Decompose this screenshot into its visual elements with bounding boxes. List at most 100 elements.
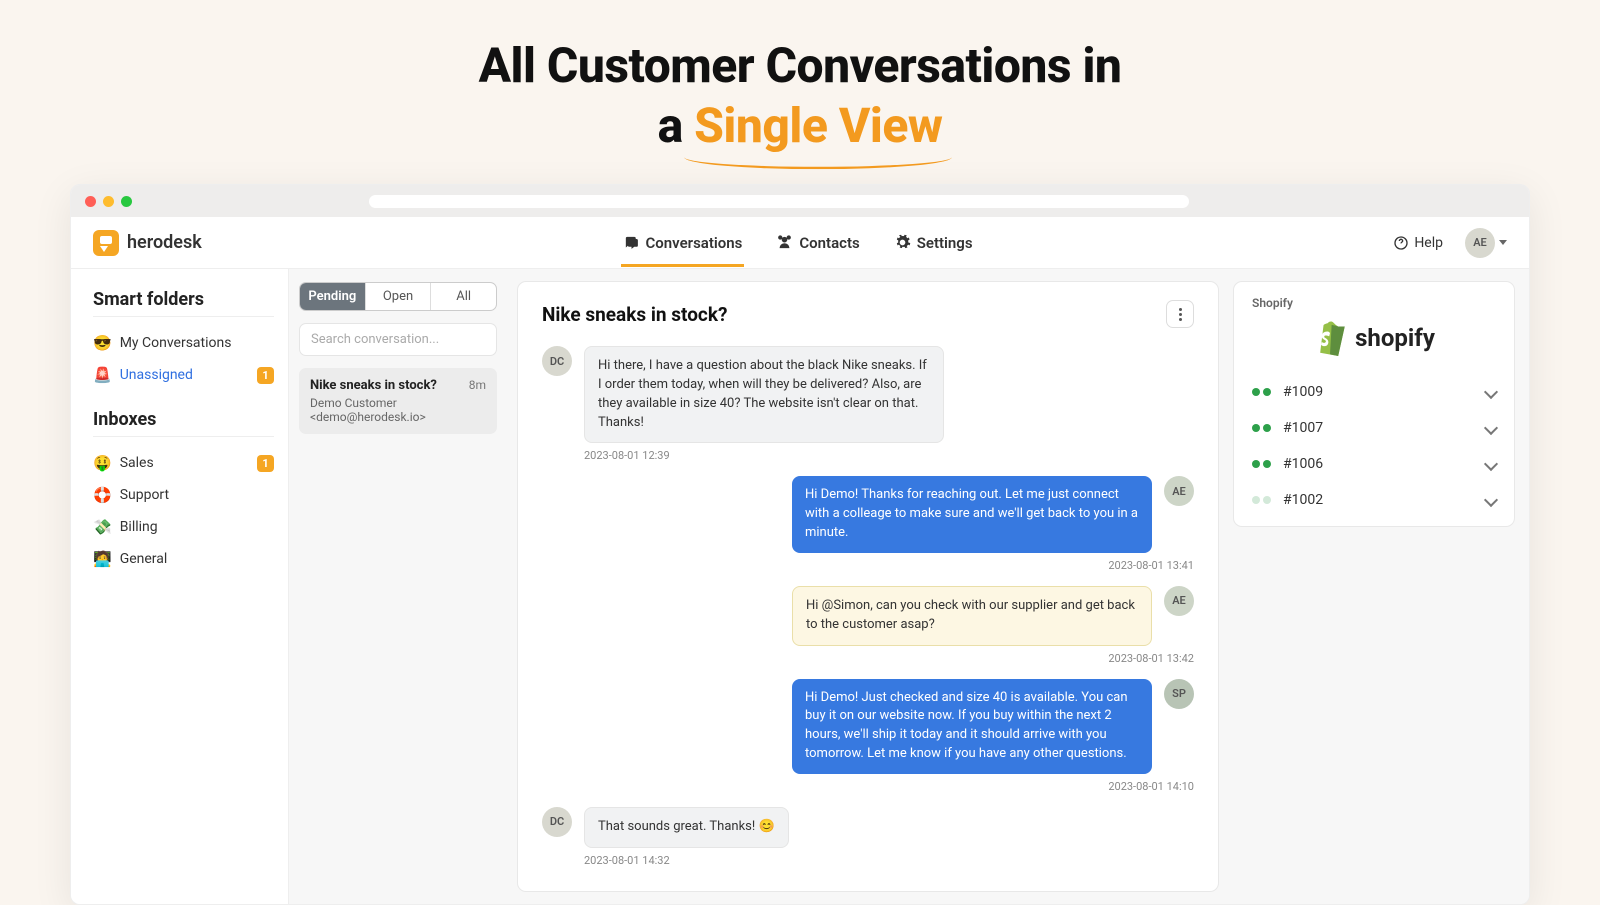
- inboxes-heading: Inboxes: [93, 409, 274, 437]
- conversation-title: Nike sneaks in stock?: [310, 378, 437, 393]
- message-bubble: That sounds great. Thanks! 😊: [584, 807, 789, 848]
- order-row[interactable]: #1009: [1252, 374, 1496, 410]
- message-timestamp: 2023-08-01 13:41: [542, 559, 1194, 572]
- message-bubble: Hi Demo! Just checked and size 40 is ava…: [792, 679, 1152, 774]
- user-menu[interactable]: AE: [1465, 228, 1507, 258]
- chevron-down-icon: [1484, 385, 1498, 399]
- hero-accent: Single View: [694, 96, 942, 156]
- brand-icon: [93, 230, 119, 256]
- nav-conversations[interactable]: Conversations: [621, 219, 745, 267]
- sidebar-badge: 1: [257, 455, 274, 472]
- sidebar-emoji: 🛟: [93, 486, 112, 504]
- message-bubble: Hi @Simon, can you check with our suppli…: [792, 586, 1152, 646]
- shopify-label: Shopify: [1252, 296, 1496, 310]
- sidebar-emoji: 🧑‍💻: [93, 550, 112, 568]
- tab-open[interactable]: Open: [365, 283, 431, 310]
- hero-line2-pre: a: [658, 97, 695, 154]
- minimize-dot[interactable]: [103, 196, 114, 207]
- help-link[interactable]: Help: [1393, 235, 1443, 251]
- message-timestamp: 2023-08-01 13:42: [542, 652, 1194, 665]
- sidebar-inbox-item[interactable]: 🛟 Support: [93, 479, 274, 511]
- sidebar-item[interactable]: 😎 My Conversations: [93, 327, 274, 359]
- order-id: #1009: [1283, 384, 1323, 400]
- thread-column: Nike sneaks in stock? DC Hi there, I have…: [507, 269, 1229, 904]
- shopify-logo: shopify: [1252, 320, 1496, 356]
- message-avatar: DC: [542, 346, 572, 376]
- shopify-logo-text: shopify: [1355, 324, 1435, 352]
- maximize-dot[interactable]: [121, 196, 132, 207]
- order-status-dots: [1252, 460, 1271, 468]
- message: AEHi @Simon, can you check with our supp…: [542, 586, 1194, 646]
- message-avatar: DC: [542, 807, 572, 837]
- order-status-dots: [1252, 496, 1271, 504]
- shopify-panel: Shopify shopify #1009 #1007 #1006 #1002: [1229, 269, 1529, 904]
- titlebar: [71, 185, 1529, 217]
- message: DC That sounds great. Thanks! 😊: [542, 807, 1194, 848]
- topbar: herodesk Conversations Contacts Settings…: [71, 217, 1529, 269]
- app-window: herodesk Conversations Contacts Settings…: [70, 184, 1530, 905]
- topnav: Conversations Contacts Settings: [621, 219, 975, 267]
- sidebar-item-label: My Conversations: [120, 335, 232, 351]
- sidebar-item-label: Unassigned: [120, 367, 193, 383]
- nav-settings[interactable]: Settings: [892, 219, 975, 267]
- sidebar-inbox-item[interactable]: 🤑Sales1: [93, 447, 274, 479]
- sidebar-item[interactable]: 🚨Unassigned1: [93, 359, 274, 391]
- help-icon: [1393, 235, 1409, 251]
- sidebar-item-label: General: [120, 551, 168, 567]
- order-id: #1007: [1283, 420, 1323, 436]
- close-dot[interactable]: [85, 196, 96, 207]
- conversation-card[interactable]: Nike sneaks in stock? 8m Demo Customer <…: [299, 368, 497, 434]
- address-bar[interactable]: [369, 195, 1189, 208]
- nav-settings-label: Settings: [917, 234, 973, 252]
- brand-name: herodesk: [127, 232, 202, 253]
- sidebar-item-label: Billing: [120, 519, 158, 535]
- order-id: #1002: [1283, 492, 1323, 508]
- order-row[interactable]: #1006: [1252, 446, 1496, 482]
- message-avatar: SP: [1164, 679, 1194, 709]
- chat-icon: [623, 234, 640, 251]
- nav-conversations-label: Conversations: [646, 234, 743, 252]
- help-label: Help: [1414, 235, 1443, 251]
- sidebar: Smart folders 😎My Conversations🚨Unassign…: [71, 269, 289, 904]
- message-bubble: Hi there, I have a question about the bl…: [584, 346, 944, 443]
- conversation-sender: Demo Customer <demo@herodesk.io>: [310, 396, 486, 424]
- gear-icon: [894, 234, 911, 251]
- smart-folders-heading: Smart folders: [93, 289, 274, 317]
- tab-all[interactable]: All: [430, 283, 496, 310]
- chevron-down-icon: [1484, 421, 1498, 435]
- nav-contacts[interactable]: Contacts: [774, 219, 861, 267]
- sidebar-item-label: Support: [120, 487, 169, 503]
- message: SP Hi Demo! Just checked and size 40 is a…: [542, 679, 1194, 774]
- chevron-down-icon: [1484, 457, 1498, 471]
- nav-contacts-label: Contacts: [799, 234, 859, 252]
- order-row[interactable]: #1007: [1252, 410, 1496, 446]
- thread-title: Nike sneaks in stock?: [542, 303, 727, 326]
- message: DC Hi there, I have a question about the …: [542, 346, 1194, 443]
- sidebar-inbox-item[interactable]: 💸Billing: [93, 511, 274, 543]
- topbar-right: Help AE: [1393, 228, 1507, 258]
- status-tabs: Pending Open All: [299, 282, 497, 311]
- sidebar-emoji: 😎: [93, 334, 112, 352]
- thread-more-button[interactable]: [1166, 300, 1194, 328]
- chevron-down-icon: [1484, 493, 1498, 507]
- search-input[interactable]: [299, 323, 497, 356]
- message-timestamp: 2023-08-01 14:10: [542, 780, 1194, 793]
- hero-heading: All Customer Conversations in a Single V…: [0, 0, 1600, 156]
- user-avatar: AE: [1465, 228, 1495, 258]
- message-bubble: Hi Demo! Thanks for reaching out. Let me…: [792, 476, 1152, 553]
- brand[interactable]: herodesk: [93, 230, 202, 256]
- order-id: #1006: [1283, 456, 1323, 472]
- thread-card: Nike sneaks in stock? DC Hi there, I have…: [517, 281, 1219, 892]
- sidebar-inbox-item[interactable]: 🧑‍💻 General: [93, 543, 274, 575]
- message: AE Hi Demo! Thanks for reaching out. Let …: [542, 476, 1194, 553]
- message-avatar: AE: [1164, 476, 1194, 506]
- sidebar-emoji: 🤑: [93, 454, 112, 472]
- conversation-list: Pending Open All Nike sneaks in stock? 8…: [289, 269, 507, 904]
- order-status-dots: [1252, 424, 1271, 432]
- tab-pending[interactable]: Pending: [300, 283, 365, 310]
- order-status-dots: [1252, 388, 1271, 396]
- sidebar-badge: 1: [257, 367, 274, 384]
- chevron-down-icon: [1499, 240, 1507, 245]
- hero-line1: All Customer Conversations in: [479, 37, 1122, 94]
- order-row[interactable]: #1002: [1252, 482, 1496, 518]
